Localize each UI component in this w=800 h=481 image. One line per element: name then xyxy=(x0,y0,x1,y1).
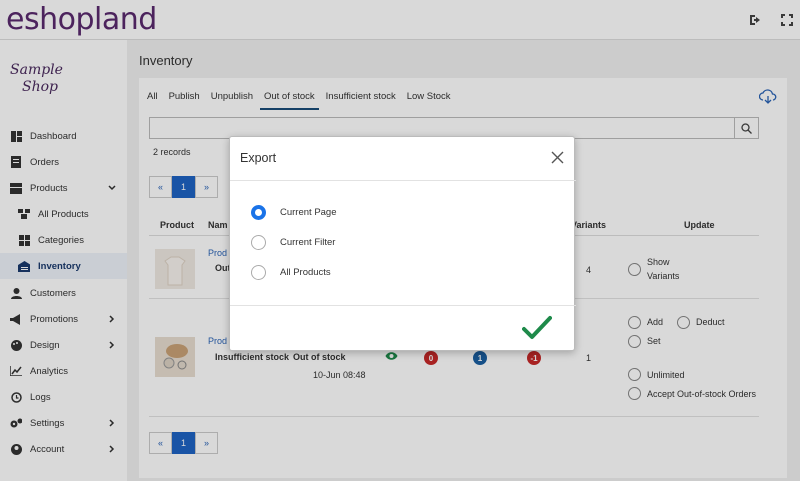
export-dialog: Export Current Page Current Filter All P… xyxy=(229,136,576,351)
current-filter-radio[interactable] xyxy=(251,235,266,250)
dialog-title: Export xyxy=(240,151,277,165)
dialog-divider xyxy=(230,180,576,181)
dialog-divider xyxy=(230,305,576,306)
all-products-label: All Products xyxy=(280,267,331,278)
current-page-radio[interactable] xyxy=(251,205,266,220)
all-products-radio[interactable] xyxy=(251,265,266,280)
checkmark-icon[interactable] xyxy=(522,315,552,341)
close-icon[interactable] xyxy=(551,151,564,164)
current-page-label: Current Page xyxy=(280,207,337,218)
current-filter-label: Current Filter xyxy=(280,237,336,248)
